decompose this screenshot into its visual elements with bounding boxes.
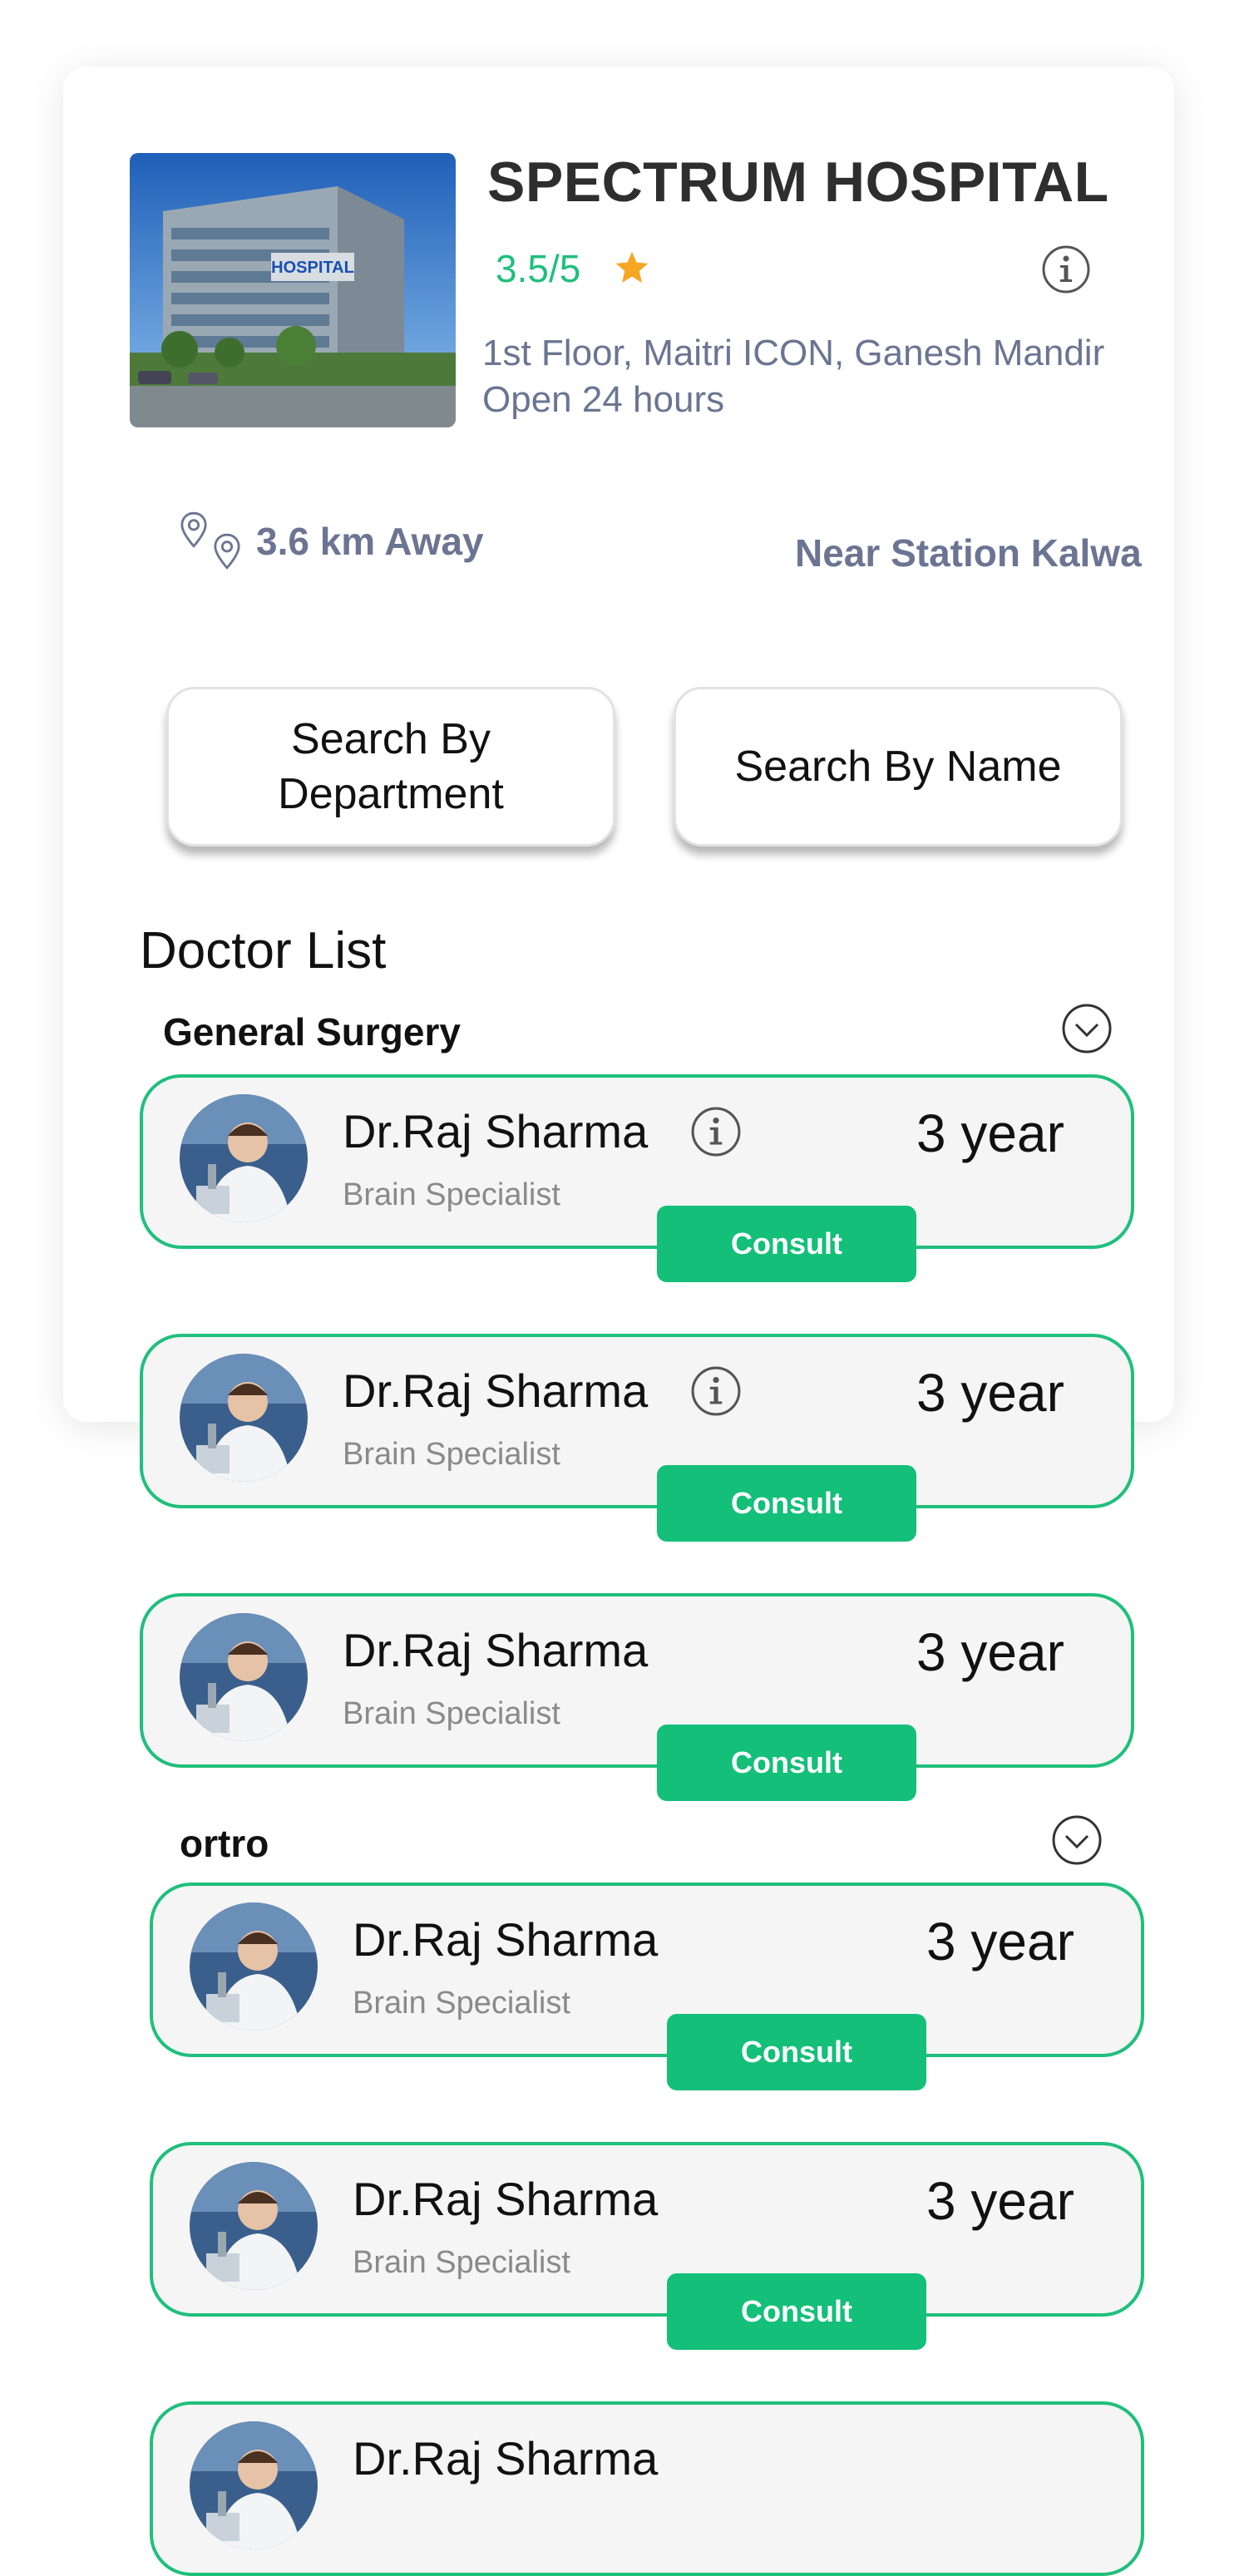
- info-icon[interactable]: [690, 1106, 742, 1157]
- consult-button[interactable]: Consult: [667, 2014, 926, 2090]
- doctor-card[interactable]: Dr.Raj Sharma Brain Specialist 3 year Co…: [140, 1593, 1134, 1801]
- doctor-avatar: [180, 1613, 308, 1741]
- doctor-avatar: [190, 2162, 318, 2290]
- doctor-specialty: Brain Specialist: [343, 1437, 560, 1472]
- doctor-card[interactable]: Dr.Raj Sharma: [150, 2401, 1144, 2576]
- doctor-card[interactable]: Dr.Raj Sharma Brain Specialist 3 year Co…: [150, 1883, 1144, 2090]
- hospital-address: 1st Floor, Maitri ICON, Ganesh Mandir: [482, 333, 1105, 373]
- doctor-avatar: [190, 2421, 318, 2549]
- doctor-name: Dr.Raj Sharma: [353, 2432, 659, 2485]
- hospital-rating: 3.5/5: [496, 247, 581, 290]
- consult-button[interactable]: Consult: [657, 1465, 916, 1542]
- doctor-experience: 3 year: [916, 1363, 1064, 1423]
- doctor-specialty: Brain Specialist: [343, 1177, 560, 1212]
- hospital-name: SPECTRUM HOSPITAL: [487, 151, 1109, 214]
- doctor-specialty: Brain Specialist: [353, 2245, 570, 2280]
- section-title-ortro: ortro: [180, 1822, 269, 1865]
- doctor-avatar: [190, 1902, 318, 2031]
- info-icon[interactable]: [1041, 244, 1091, 294]
- doctor-avatar: [180, 1094, 308, 1222]
- distance-text: 3.6 km Away: [256, 520, 484, 563]
- doctor-name: Dr.Raj Sharma: [343, 1624, 649, 1676]
- doctor-card[interactable]: Dr.Raj Sharma Brain Specialist 3 year Co…: [140, 1334, 1134, 1542]
- info-icon[interactable]: [690, 1365, 742, 1417]
- doctor-experience: 3 year: [926, 2171, 1074, 2231]
- doctor-specialty: Brain Specialist: [353, 1986, 570, 2021]
- hospital-sign: HOSPITAL: [271, 259, 354, 277]
- doctor-specialty: Brain Specialist: [343, 1696, 560, 1731]
- doctor-experience: 3 year: [926, 1912, 1074, 1971]
- search-by-department-button[interactable]: Search By Department: [166, 687, 615, 846]
- doctor-name: Dr.Raj Sharma: [353, 1913, 659, 1966]
- hospital-hours: Open 24 hours: [482, 379, 725, 420]
- doctor-avatar: [180, 1354, 308, 1482]
- consult-button[interactable]: Consult: [657, 1725, 916, 1801]
- consult-button[interactable]: Consult: [657, 1206, 916, 1282]
- chevron-down-icon[interactable]: [1061, 1003, 1113, 1054]
- consult-button[interactable]: Consult: [667, 2273, 926, 2350]
- doctor-experience: 3 year: [916, 1622, 1064, 1682]
- doctor-list-title: Doctor List: [140, 922, 387, 980]
- doctor-experience: 3 year: [916, 1103, 1064, 1163]
- doctor-card[interactable]: Dr.Raj Sharma Brain Specialist 3 year Co…: [150, 2142, 1144, 2350]
- doctor-card[interactable]: Dr.Raj Sharma Brain Specialist 3 year Co…: [140, 1074, 1134, 1282]
- section-title-general-surgery: General Surgery: [163, 1010, 461, 1054]
- chevron-down-icon[interactable]: [1051, 1814, 1103, 1866]
- doctor-name: Dr.Raj Sharma: [343, 1364, 649, 1417]
- doctor-name: Dr.Raj Sharma: [343, 1105, 649, 1157]
- landmark-text: Near Station Kalwa: [795, 531, 1142, 575]
- search-by-name-button[interactable]: Search By Name: [674, 687, 1123, 846]
- star-icon: [615, 251, 649, 283]
- doctor-name: Dr.Raj Sharma: [353, 2173, 659, 2225]
- location-pin-icon: [214, 533, 240, 570]
- hospital-image: HOSPITAL: [130, 153, 456, 427]
- location-pin-icon: [180, 511, 207, 548]
